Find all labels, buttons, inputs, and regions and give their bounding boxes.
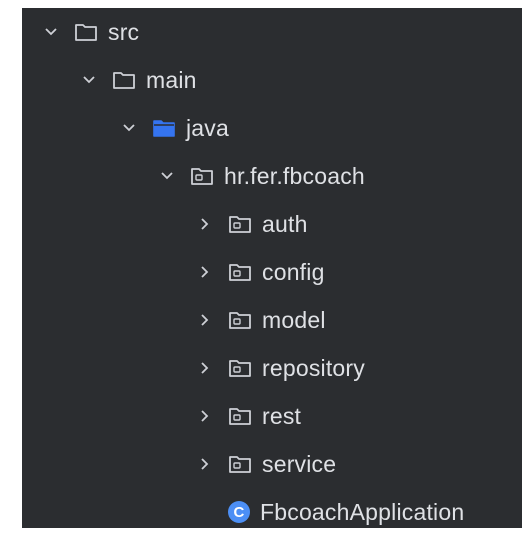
tree-node-hr-fer-fbcoach[interactable]: hr.fer.fbcoach xyxy=(158,152,522,200)
java-class-icon: C xyxy=(228,501,250,523)
folder-icon xyxy=(74,22,98,42)
tree-node-java[interactable]: java xyxy=(120,104,522,152)
folder-icon xyxy=(112,70,136,90)
package-icon xyxy=(228,262,252,282)
tree-node-src[interactable]: src xyxy=(42,8,522,56)
chevron-right-icon[interactable] xyxy=(196,263,214,281)
chevron-down-icon[interactable] xyxy=(80,71,98,89)
tree-node-fbcoach-application[interactable]: C FbcoachApplication xyxy=(228,488,522,536)
tree-node-config[interactable]: config xyxy=(196,248,522,296)
chevron-right-icon[interactable] xyxy=(196,455,214,473)
tree-node-repository[interactable]: repository xyxy=(196,344,522,392)
package-icon xyxy=(228,406,252,426)
tree-node-label: java xyxy=(186,114,229,141)
package-icon xyxy=(228,454,252,474)
tree-node-label: main xyxy=(146,66,197,93)
tree-node-main[interactable]: main xyxy=(80,56,522,104)
tree-node-service[interactable]: service xyxy=(196,440,522,488)
chevron-down-icon[interactable] xyxy=(120,119,138,137)
tree-node-label: FbcoachApplication xyxy=(260,498,465,525)
package-icon xyxy=(228,310,252,330)
tree-node-label: service xyxy=(262,450,337,477)
tree-node-auth[interactable]: auth xyxy=(196,200,522,248)
chevron-right-icon[interactable] xyxy=(196,359,214,377)
project-tree: src main java hr.fer.fbcoach auth config… xyxy=(22,8,522,528)
project-panel: src main java hr.fer.fbcoach auth config… xyxy=(0,0,525,528)
package-icon xyxy=(190,166,214,186)
tree-node-label: rest xyxy=(262,402,302,429)
chevron-right-icon[interactable] xyxy=(196,407,214,425)
tree-node-label: hr.fer.fbcoach xyxy=(224,162,365,189)
package-icon xyxy=(228,214,252,234)
package-icon xyxy=(228,358,252,378)
chevron-right-icon[interactable] xyxy=(196,215,214,233)
tree-node-rest[interactable]: rest xyxy=(196,392,522,440)
chevron-down-icon[interactable] xyxy=(42,23,60,41)
chevron-down-icon[interactable] xyxy=(158,167,176,185)
tree-node-label: config xyxy=(262,258,325,285)
tree-node-label: auth xyxy=(262,210,308,237)
tree-node-label: src xyxy=(108,18,140,45)
tree-node-label: repository xyxy=(262,354,365,381)
source-root-folder-icon xyxy=(152,118,176,138)
tree-node-model[interactable]: model xyxy=(196,296,522,344)
tree-node-label: model xyxy=(262,306,326,333)
chevron-right-icon[interactable] xyxy=(196,311,214,329)
